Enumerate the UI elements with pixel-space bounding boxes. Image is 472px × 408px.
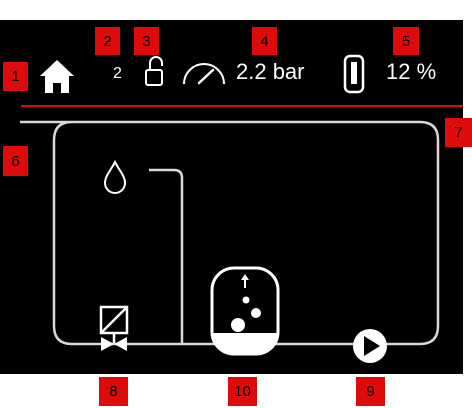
callout-fill-level: 5 (393, 27, 419, 55)
callout-user-level: 2 (95, 27, 120, 55)
callout-valve: 8 (99, 377, 128, 406)
callout-system-area: 6 (3, 146, 28, 176)
callout-home: 1 (3, 62, 28, 91)
tank-icon (210, 266, 280, 356)
pump-icon (353, 329, 387, 363)
callout-divider: 7 (445, 118, 472, 147)
callout-pump: 9 (356, 377, 385, 406)
system-diagram (20, 120, 440, 363)
callout-tank: 10 (228, 377, 257, 406)
water-drop-icon (103, 159, 127, 194)
hmi-screen: 2 2.2 bar 12 % (0, 20, 463, 374)
callout-lock: 3 (134, 27, 159, 55)
riser-pipe (149, 168, 184, 344)
callout-pressure: 4 (252, 27, 277, 55)
